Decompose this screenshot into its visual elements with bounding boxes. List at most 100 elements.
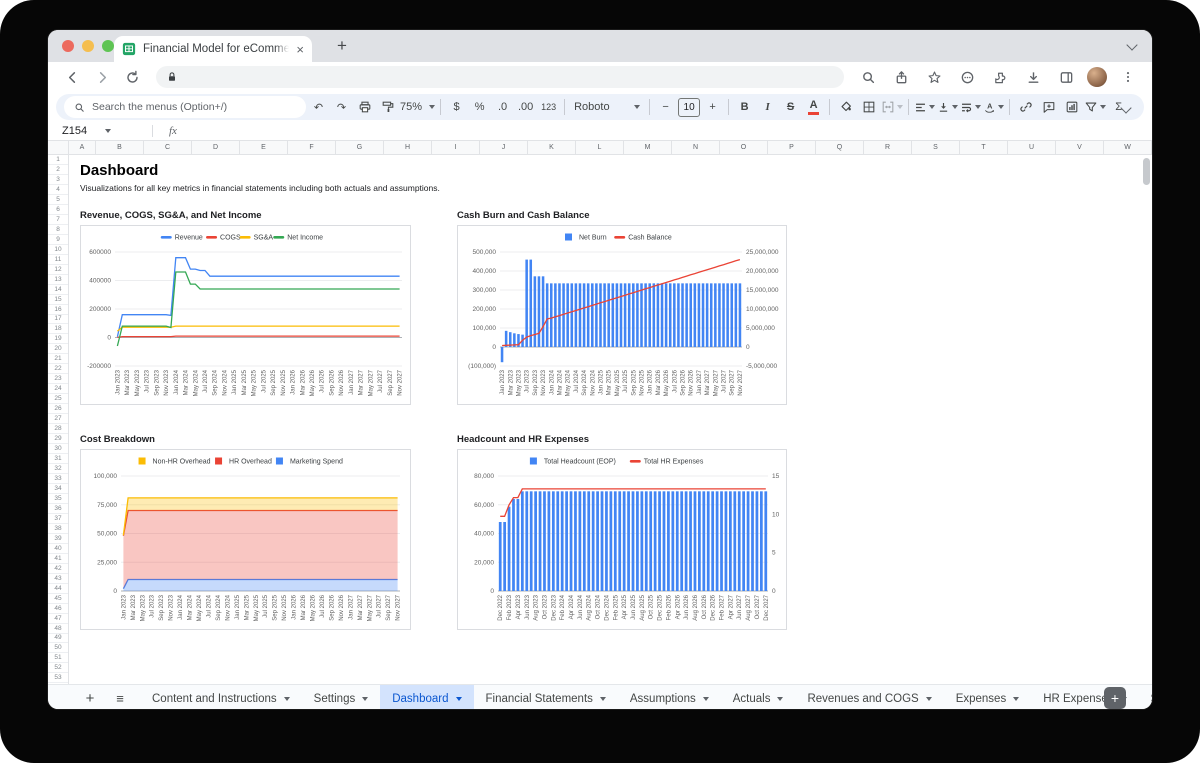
row-header-15[interactable]: 15 (48, 295, 68, 305)
column-header-B[interactable]: B (96, 141, 144, 154)
row-header-53[interactable]: 53 (48, 673, 68, 683)
extension-plus-button[interactable]: + (1104, 687, 1126, 709)
insert-comment-icon[interactable] (1038, 96, 1059, 118)
row-header-22[interactable]: 22 (48, 364, 68, 374)
bookmark-star-icon[interactable] (922, 65, 946, 89)
name-box[interactable]: Z154 (48, 125, 138, 137)
sheet-tab-dashboard[interactable]: Dashboard (380, 685, 473, 709)
font-select[interactable]: Roboto (570, 96, 644, 118)
column-header-M[interactable]: M (624, 141, 672, 154)
spreadsheet-grid[interactable]: 1234567891011121314151617181920212223242… (48, 155, 1152, 684)
sheet-tab-expenses[interactable]: Expenses (944, 685, 1032, 709)
undo-icon[interactable]: ↶ (308, 96, 329, 118)
row-header-32[interactable]: 32 (48, 464, 68, 474)
browser-tab[interactable]: Financial Model for eCommerce × (114, 36, 312, 62)
row-header-35[interactable]: 35 (48, 494, 68, 504)
sheet-tab-actuals[interactable]: Actuals (721, 685, 796, 709)
row-header-4[interactable]: 4 (48, 185, 68, 195)
italic-button[interactable]: I (757, 96, 778, 118)
horizontal-align-icon[interactable] (914, 96, 935, 118)
row-header-21[interactable]: 21 (48, 354, 68, 364)
merge-cells-icon[interactable] (881, 96, 903, 118)
column-header-S[interactable]: S (912, 141, 960, 154)
row-header-48[interactable]: 48 (48, 624, 68, 634)
paint-format-icon[interactable] (377, 96, 398, 118)
row-header-33[interactable]: 33 (48, 474, 68, 484)
row-header-45[interactable]: 45 (48, 594, 68, 604)
row-header-24[interactable]: 24 (48, 384, 68, 394)
profile-circle-icon[interactable] (955, 65, 979, 89)
row-header-47[interactable]: 47 (48, 614, 68, 624)
chevron-down-icon[interactable] (1126, 39, 1137, 50)
row-header-50[interactable]: 50 (48, 643, 68, 653)
text-wrap-icon[interactable] (960, 96, 981, 118)
row-header-17[interactable]: 17 (48, 315, 68, 325)
row-header-7[interactable]: 7 (48, 215, 68, 225)
row-header-3[interactable]: 3 (48, 175, 68, 185)
row-header-1[interactable]: 1 (48, 155, 68, 165)
column-header-A[interactable]: A (69, 141, 96, 154)
column-header-V[interactable]: V (1056, 141, 1104, 154)
row-header-36[interactable]: 36 (48, 504, 68, 514)
row-header-44[interactable]: 44 (48, 584, 68, 594)
select-all-corner[interactable] (48, 141, 69, 154)
row-header-9[interactable]: 9 (48, 235, 68, 245)
row-header-39[interactable]: 39 (48, 534, 68, 544)
row-header-25[interactable]: 25 (48, 394, 68, 404)
vertical-align-icon[interactable] (937, 96, 958, 118)
tab-close-icon[interactable]: × (296, 43, 304, 56)
row-header-40[interactable]: 40 (48, 544, 68, 554)
row-header-12[interactable]: 12 (48, 265, 68, 275)
row-header-19[interactable]: 19 (48, 334, 68, 344)
extensions-puzzle-icon[interactable] (988, 65, 1012, 89)
add-sheet-button[interactable]: + (78, 687, 102, 710)
column-header-J[interactable]: J (480, 141, 528, 154)
sheet-tab-software-and-license[interactable]: Software and License (1139, 685, 1152, 709)
download-icon[interactable] (1021, 65, 1045, 89)
forward-icon[interactable] (90, 65, 114, 89)
row-header-42[interactable]: 42 (48, 564, 68, 574)
decrease-decimal-button[interactable]: .0 (492, 96, 513, 118)
new-tab-button[interactable]: + (330, 34, 354, 58)
sheet-tab-revenues-and-cogs[interactable]: Revenues and COGS (795, 685, 943, 709)
borders-icon[interactable] (858, 96, 879, 118)
column-header-Q[interactable]: Q (816, 141, 864, 154)
sheet-tab-settings[interactable]: Settings (302, 685, 381, 709)
row-header-20[interactable]: 20 (48, 344, 68, 354)
column-header-C[interactable]: C (144, 141, 192, 154)
font-size-input[interactable]: 10 (678, 98, 700, 117)
fill-color-icon[interactable] (835, 96, 856, 118)
column-header-R[interactable]: R (864, 141, 912, 154)
row-header-2[interactable]: 2 (48, 165, 68, 175)
menu-search-input[interactable]: Search the menus (Option+/) (64, 96, 306, 118)
row-header-49[interactable]: 49 (48, 634, 68, 644)
search-icon[interactable] (856, 65, 880, 89)
decrease-font-size-button[interactable]: − (655, 96, 676, 118)
row-header-14[interactable]: 14 (48, 285, 68, 295)
column-header-T[interactable]: T (960, 141, 1008, 154)
row-header-37[interactable]: 37 (48, 514, 68, 524)
row-header-51[interactable]: 51 (48, 653, 68, 663)
row-header-46[interactable]: 46 (48, 604, 68, 614)
row-header-34[interactable]: 34 (48, 484, 68, 494)
kebab-menu-icon[interactable] (1116, 65, 1140, 89)
column-header-I[interactable]: I (432, 141, 480, 154)
row-header-41[interactable]: 41 (48, 554, 68, 564)
row-header-11[interactable]: 11 (48, 255, 68, 265)
row-header-10[interactable]: 10 (48, 245, 68, 255)
row-header-29[interactable]: 29 (48, 434, 68, 444)
print-icon[interactable] (354, 96, 375, 118)
sheet-tab-financial-statements[interactable]: Financial Statements (474, 685, 618, 709)
text-color-button[interactable]: A (803, 96, 824, 118)
insert-chart-icon[interactable] (1061, 96, 1082, 118)
insert-link-icon[interactable] (1015, 96, 1036, 118)
vertical-scrollbar[interactable] (1143, 158, 1150, 185)
column-header-G[interactable]: G (336, 141, 384, 154)
row-header-5[interactable]: 5 (48, 195, 68, 205)
row-header-30[interactable]: 30 (48, 444, 68, 454)
back-icon[interactable] (60, 65, 84, 89)
row-header-31[interactable]: 31 (48, 454, 68, 464)
profile-avatar[interactable] (1087, 67, 1107, 87)
redo-icon[interactable]: ↷ (331, 96, 352, 118)
close-window-button[interactable] (62, 40, 74, 52)
